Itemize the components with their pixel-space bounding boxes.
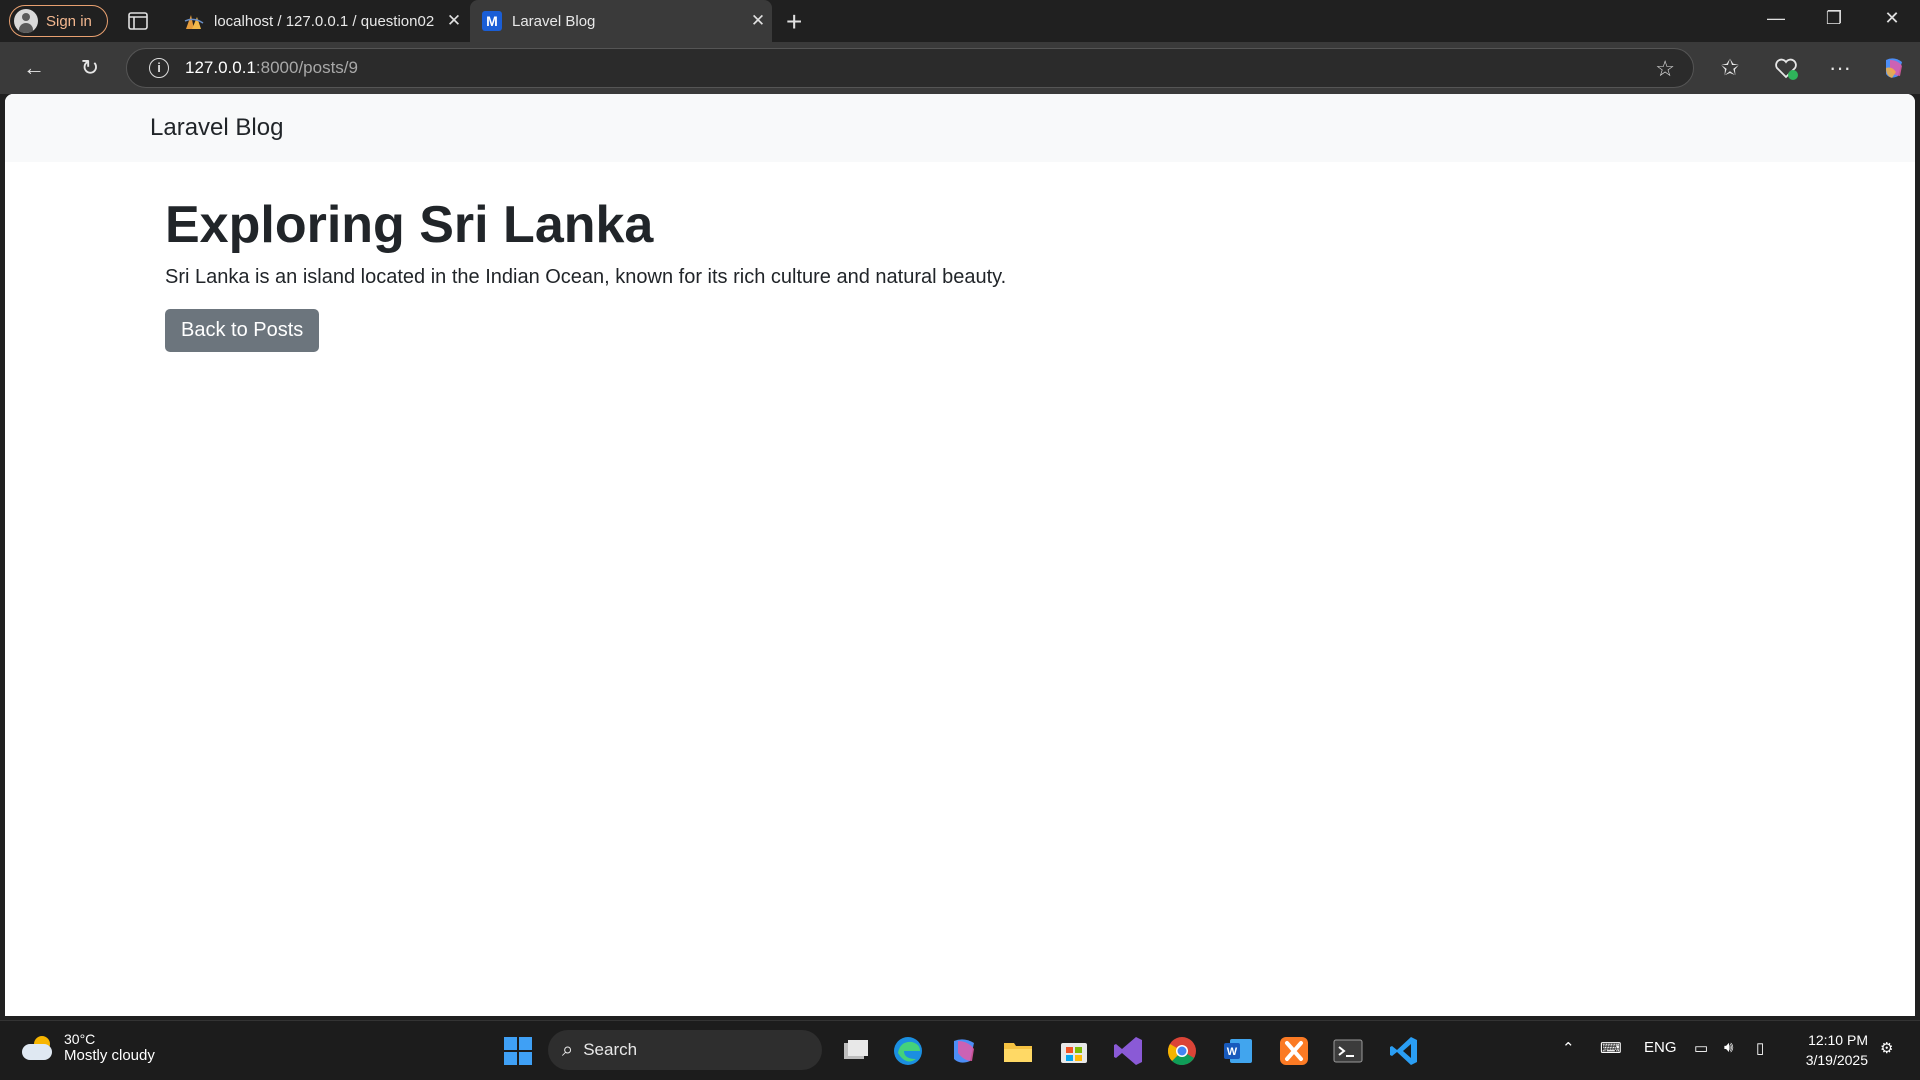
site-navbar: Laravel Blog — [5, 94, 1915, 162]
search-icon: ⌕ — [562, 1038, 574, 1061]
svg-text:W: W — [1227, 1046, 1238, 1058]
copilot-app-icon[interactable] — [946, 1033, 982, 1069]
sign-in-button[interactable]: Sign in — [9, 5, 108, 37]
post-title: Exploring Sri Lanka — [165, 196, 654, 254]
taskbar-clock[interactable]: 12:10 PM 3/19/2025 — [1806, 1030, 1868, 1070]
address-host: 127.0.0.1 — [185, 58, 256, 77]
visual-studio-icon[interactable] — [1110, 1033, 1146, 1069]
taskbar-search-box[interactable]: ⌕ Search — [548, 1030, 822, 1070]
file-explorer-icon[interactable] — [1000, 1033, 1036, 1069]
browser-essentials-icon[interactable] — [1772, 54, 1800, 82]
more-options-icon[interactable]: ··· — [1826, 54, 1854, 82]
navbar-brand-link[interactable]: Laravel Blog — [150, 114, 283, 142]
tab-laravel-blog[interactable]: M Laravel Blog ✕ — [470, 0, 772, 42]
close-tab-icon[interactable]: ✕ — [440, 11, 468, 31]
partly-cloudy-icon — [20, 1034, 54, 1062]
post-content: Exploring Sri Lanka Sri Lanka is an isla… — [5, 162, 1915, 353]
close-window-icon[interactable]: ✕ — [1872, 8, 1912, 29]
keyboard-icon[interactable]: ⌨ — [1600, 1039, 1622, 1057]
minimize-icon[interactable]: — — [1756, 8, 1796, 29]
show-hidden-icons-icon[interactable]: ⌃ — [1562, 1039, 1575, 1057]
browser-titlebar: Sign in localhost / 127.0.0.1 / question… — [0, 0, 1920, 42]
weather-temp: 30°C — [64, 1031, 96, 1047]
copilot-icon[interactable] — [1880, 54, 1908, 82]
xampp-icon[interactable] — [1276, 1033, 1312, 1069]
back-arrow-icon[interactable]: ← — [20, 54, 48, 82]
weather-widget[interactable]: 30°C Mostly cloudy — [20, 1031, 155, 1064]
tab-title: localhost / 127.0.0.1 / question02 — [214, 12, 435, 30]
tab-phpmyadmin[interactable]: localhost / 127.0.0.1 / question02 ✕ — [172, 0, 468, 42]
post-body: Sri Lanka is an island located in the In… — [165, 266, 1007, 289]
windows-taskbar: 30°C Mostly cloudy ⌕ Search W ⌃ ⌨ ENG ▭ … — [0, 1020, 1920, 1080]
svg-text:M: M — [486, 13, 498, 29]
search-label: Search — [583, 1040, 638, 1059]
terminal-icon[interactable] — [1330, 1033, 1366, 1069]
m-favicon-icon: M — [482, 11, 502, 31]
network-icon[interactable]: ▭ — [1694, 1039, 1708, 1057]
windows-start-icon[interactable] — [500, 1033, 536, 1069]
address-bar[interactable]: i 127.0.0.1:8000/posts/9 ☆ — [126, 48, 1694, 88]
battery-icon[interactable]: ▯ — [1756, 1039, 1764, 1057]
phpmyadmin-icon — [184, 15, 204, 29]
profile-avatar-icon — [14, 9, 38, 33]
page-viewport: Laravel Blog Exploring Sri Lanka Sri Lan… — [5, 94, 1915, 1016]
favorites-icon[interactable]: ✩ — [1716, 54, 1744, 82]
notifications-icon[interactable]: ⚙ — [1880, 1039, 1893, 1057]
task-view-icon[interactable] — [838, 1033, 874, 1069]
clock-time: 12:10 PM — [1808, 1032, 1868, 1048]
volume-icon[interactable]: 🔊︎ — [1724, 1039, 1733, 1056]
edge-browser-icon[interactable] — [890, 1033, 926, 1069]
chrome-icon[interactable] — [1164, 1033, 1200, 1069]
word-icon[interactable]: W — [1220, 1033, 1256, 1069]
back-to-posts-button[interactable]: Back to Posts — [165, 309, 320, 353]
microsoft-store-icon[interactable] — [1056, 1033, 1092, 1069]
address-url[interactable]: 127.0.0.1:8000/posts/9 — [185, 58, 358, 78]
tab-title: Laravel Blog — [512, 12, 596, 30]
favorite-star-icon[interactable]: ☆ — [1655, 56, 1675, 82]
language-indicator[interactable]: ENG — [1644, 1039, 1677, 1056]
browser-toolbar: ← ↻ i 127.0.0.1:8000/posts/9 ☆ ✩ ··· — [0, 42, 1920, 94]
address-path: :8000/posts/9 — [255, 58, 358, 77]
site-info-icon[interactable]: i — [149, 58, 169, 78]
close-tab-icon[interactable]: ✕ — [744, 11, 772, 31]
new-tab-icon[interactable]: + — [786, 6, 802, 38]
clock-date: 3/19/2025 — [1805, 1052, 1868, 1068]
restore-icon[interactable]: ❐ — [1814, 8, 1854, 29]
vscode-icon[interactable] — [1386, 1033, 1422, 1069]
refresh-icon[interactable]: ↻ — [76, 54, 104, 82]
weather-condition: Mostly cloudy — [64, 1047, 155, 1064]
sign-in-label: Sign in — [46, 12, 92, 30]
tab-actions-icon[interactable] — [126, 9, 150, 33]
